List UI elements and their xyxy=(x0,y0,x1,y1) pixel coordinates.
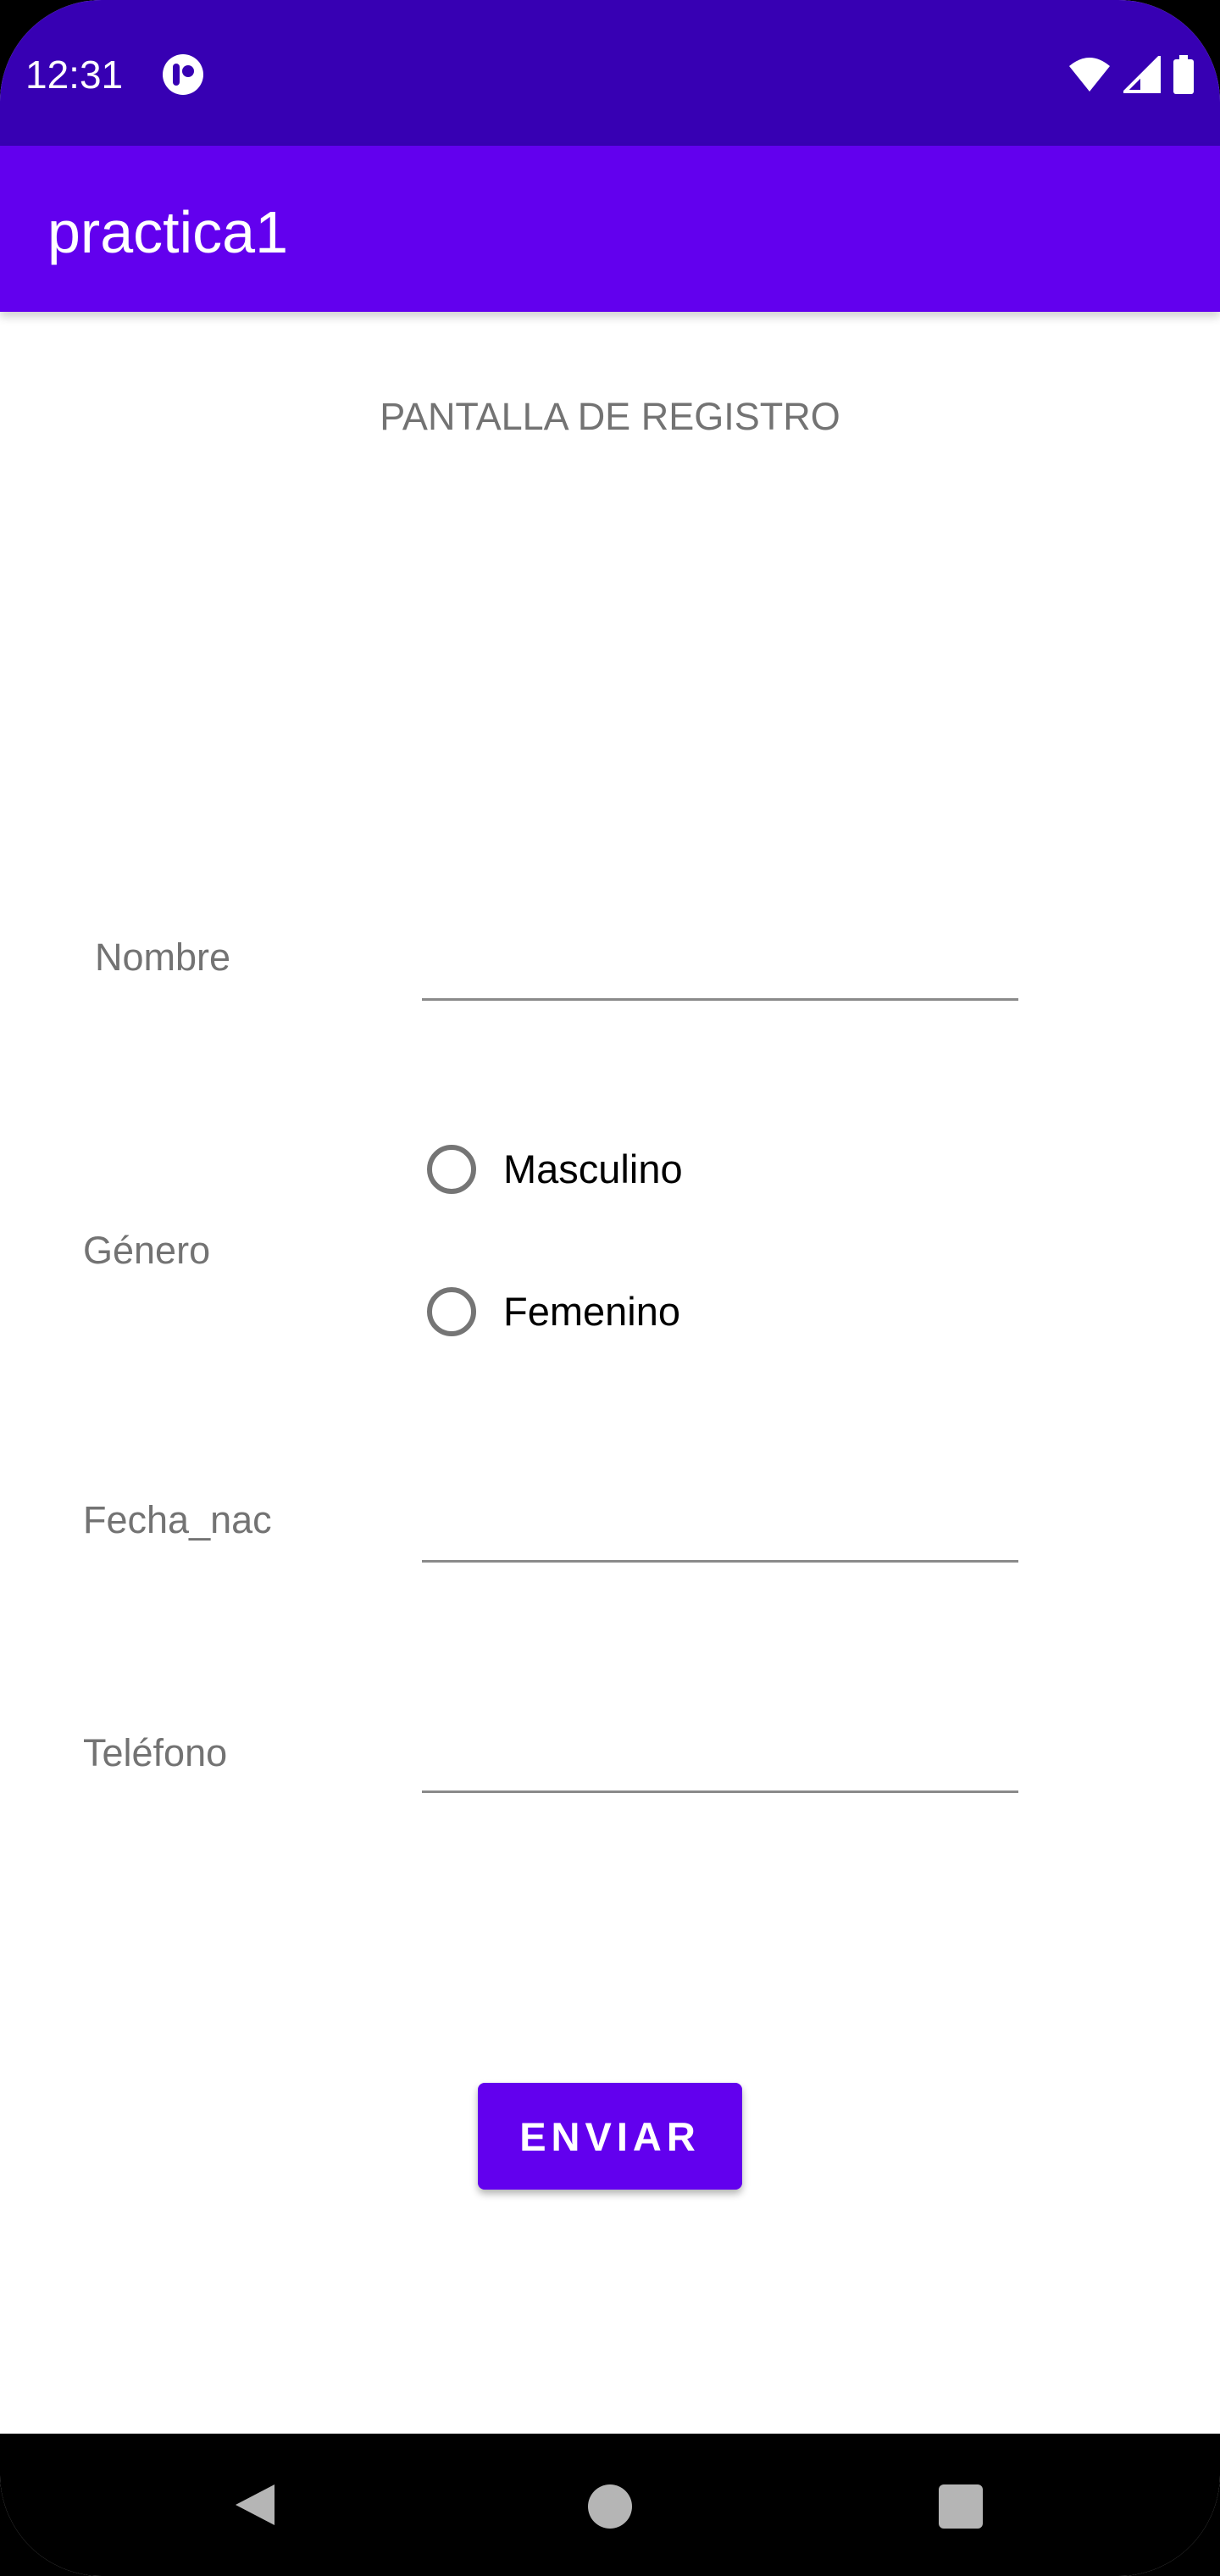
screen-title: PANTALLA DE REGISTRO xyxy=(380,395,840,438)
phone-screen: 12:31 practica1 PANTALLA DE REGISTRO Nom… xyxy=(0,0,1220,2576)
wifi-icon xyxy=(1069,58,1110,92)
name-label: Nombre xyxy=(95,935,231,979)
birth-date-label: Fecha_nac xyxy=(83,1498,272,1541)
recents-square-icon[interactable] xyxy=(939,2484,983,2529)
status-bar: 12:31 xyxy=(0,0,1220,146)
app-bar: practica1 xyxy=(0,146,1220,312)
radio-unchecked-icon[interactable] xyxy=(427,1287,476,1336)
radio-unchecked-icon[interactable] xyxy=(427,1145,476,1194)
radio-masculino-label[interactable]: Masculino xyxy=(503,1146,683,1193)
phone-label: Teléfono xyxy=(83,1731,228,1774)
name-input[interactable] xyxy=(422,930,1018,1001)
home-circle-icon[interactable] xyxy=(588,2484,632,2529)
navigation-bar xyxy=(0,2434,1220,2576)
radio-masculino[interactable]: Masculino xyxy=(427,1139,683,1200)
app-title: practica1 xyxy=(47,199,289,265)
radio-femenino[interactable]: Femenino xyxy=(427,1281,680,1342)
cell-signal-icon xyxy=(1123,56,1161,93)
status-icons xyxy=(1068,51,1195,98)
back-triangle-icon[interactable] xyxy=(232,2481,280,2529)
status-time: 12:31 xyxy=(25,53,124,97)
birth-date-input[interactable] xyxy=(422,1492,1018,1563)
phone-input[interactable] xyxy=(422,1723,1018,1793)
battery-icon xyxy=(1173,55,1194,94)
gender-label: Género xyxy=(83,1229,211,1272)
send-button[interactable]: ENVIAR xyxy=(478,2083,742,2190)
notification-app-icon xyxy=(163,54,203,95)
radio-femenino-label[interactable]: Femenino xyxy=(503,1288,680,1335)
